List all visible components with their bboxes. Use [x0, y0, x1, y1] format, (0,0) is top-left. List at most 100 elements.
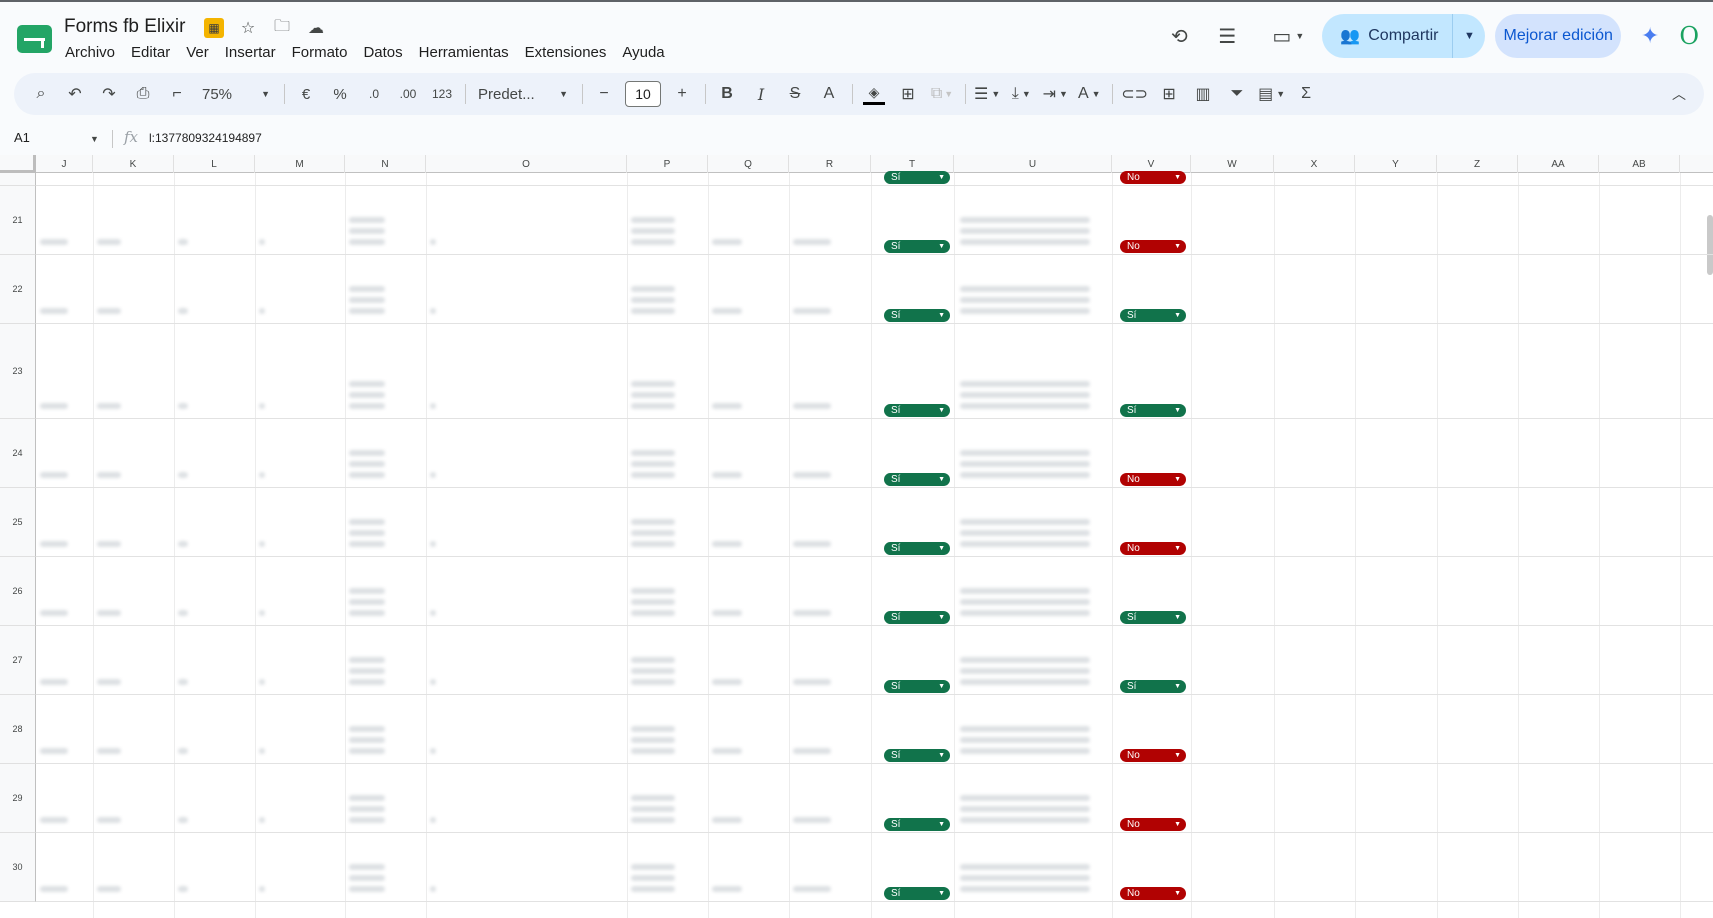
chevron-down-icon[interactable]: ▼	[90, 134, 99, 144]
increase-font-size-icon[interactable]: +	[669, 80, 695, 108]
vertical-align-icon[interactable]: ⤓ ▼	[1008, 80, 1034, 108]
currency-format-button[interactable]: €	[293, 80, 319, 108]
status-chip-v[interactable]: No ▼	[1120, 171, 1186, 184]
status-chip-t[interactable]: Sí ▼	[884, 404, 950, 417]
italic-button[interactable]: I	[748, 80, 774, 108]
collapse-toolbar-icon[interactable]: ︿	[1672, 84, 1686, 104]
menu-insertar[interactable]: Insertar	[225, 42, 284, 63]
row-header[interactable]: 25	[0, 488, 36, 557]
search-menus-icon[interactable]: ⌕	[28, 80, 54, 108]
improve-edition-button[interactable]: Mejorar edición	[1495, 14, 1621, 58]
vertical-scrollbar[interactable]	[1707, 215, 1713, 275]
column-header[interactable]: AB	[1599, 155, 1680, 173]
status-chip-v[interactable]: No ▼	[1120, 473, 1186, 486]
status-chip-v[interactable]: No ▼	[1120, 818, 1186, 831]
text-rotation-icon[interactable]: A ▼	[1076, 80, 1102, 108]
menu-archivo[interactable]: Archivo	[65, 42, 123, 63]
column-header[interactable]: W	[1191, 155, 1274, 173]
row-header[interactable]: 30	[0, 833, 36, 902]
paint-format-icon[interactable]: ⌐	[164, 80, 190, 108]
redo-icon[interactable]: ↷	[96, 80, 122, 108]
column-header[interactable]: Z	[1437, 155, 1518, 173]
column-header[interactable]: AA	[1518, 155, 1599, 173]
history-icon[interactable]: ⟲	[1164, 21, 1194, 51]
column-header[interactable]: M	[255, 155, 345, 173]
percent-format-button[interactable]: %	[327, 80, 353, 108]
status-chip-t[interactable]: Sí ▼	[884, 473, 950, 486]
status-chip-t[interactable]: Sí ▼	[884, 542, 950, 555]
status-chip-t[interactable]: Sí ▼	[884, 749, 950, 762]
row-header[interactable]: 23	[0, 324, 36, 419]
status-chip-t[interactable]: Sí ▼	[884, 818, 950, 831]
decrease-decimal-button[interactable]: .0	[361, 80, 387, 108]
decrease-font-size-icon[interactable]: −	[591, 80, 617, 108]
status-chip-t[interactable]: Sí ▼	[884, 240, 950, 253]
increase-decimal-button[interactable]: .00	[395, 80, 421, 108]
status-chip-v[interactable]: No ▼	[1120, 542, 1186, 555]
menu-ver[interactable]: Ver	[186, 42, 217, 63]
filter-views-icon[interactable]: ▤ ▼	[1258, 80, 1285, 108]
row-header[interactable]: 29	[0, 764, 36, 833]
spreadsheet-grid[interactable]: J K L M N O P Q R T U V W X Y Z AA AB Sí ▼ No ▼ 21 Sí ▼ No ▼ 22 Sí ▼…	[0, 155, 1713, 918]
row-header[interactable]	[0, 173, 36, 186]
column-header[interactable]: L	[174, 155, 255, 173]
menu-herramientas[interactable]: Herramientas	[419, 42, 517, 63]
status-chip-t[interactable]: Sí ▼	[884, 887, 950, 900]
meet-icon[interactable]: ▭ ▼	[1268, 21, 1308, 51]
opera-icon[interactable]: O	[1679, 22, 1699, 50]
sheets-logo-icon[interactable]	[17, 25, 52, 53]
text-wrap-icon[interactable]: ⇥ ▼	[1042, 80, 1068, 108]
status-chip-v[interactable]: No ▼	[1120, 887, 1186, 900]
status-chip-v[interactable]: No ▼	[1120, 749, 1186, 762]
filter-icon[interactable]: ⏷	[1224, 80, 1250, 108]
row-header[interactable]: 27	[0, 626, 36, 695]
status-chip-v[interactable]: Sí ▼	[1120, 309, 1186, 322]
print-icon[interactable]: ⎙	[130, 80, 156, 108]
comments-icon[interactable]: ☰	[1212, 21, 1242, 51]
column-header[interactable]: O	[426, 155, 627, 173]
status-chip-t[interactable]: Sí ▼	[884, 611, 950, 624]
row-header[interactable]: 21	[0, 186, 36, 255]
insert-comment-icon[interactable]: ⊞	[1156, 80, 1182, 108]
menu-editar[interactable]: Editar	[131, 42, 178, 63]
status-chip-t[interactable]: Sí ▼	[884, 171, 950, 184]
column-header[interactable]: U	[954, 155, 1112, 173]
insert-chart-icon[interactable]: ▥	[1190, 80, 1216, 108]
column-header[interactable]: R	[789, 155, 871, 173]
share-button[interactable]: 👥 Compartir	[1322, 14, 1454, 58]
gemini-icon[interactable]: ✦	[1641, 23, 1659, 49]
status-chip-v[interactable]: Sí ▼	[1120, 404, 1186, 417]
strikethrough-button[interactable]: S	[782, 80, 808, 108]
column-header[interactable]: N	[345, 155, 426, 173]
column-header[interactable]: Q	[708, 155, 789, 173]
column-header[interactable]: P	[627, 155, 708, 173]
horizontal-align-icon[interactable]: ☰ ▼	[974, 80, 1000, 108]
column-header[interactable]: K	[93, 155, 174, 173]
cloud-saved-icon[interactable]: ☁	[306, 18, 326, 38]
column-header[interactable]: J	[36, 155, 93, 173]
font-size-input[interactable]: 10	[625, 81, 661, 107]
font-select[interactable]: Predet... ▼	[474, 80, 572, 108]
doc-title[interactable]: Forms fb Elixir	[64, 16, 185, 38]
fill-color-button[interactable]: ◈	[861, 80, 887, 108]
text-color-button[interactable]: A	[816, 80, 842, 108]
extension-icon[interactable]: ▦	[204, 18, 224, 38]
row-header[interactable]: 28	[0, 695, 36, 764]
menu-extensiones[interactable]: Extensiones	[525, 42, 615, 63]
menu-datos[interactable]: Datos	[363, 42, 410, 63]
functions-button[interactable]: Σ	[1293, 80, 1319, 108]
merge-cells-icon[interactable]: ⧉ ▼	[929, 80, 955, 108]
status-chip-t[interactable]: Sí ▼	[884, 309, 950, 322]
column-header[interactable]: X	[1274, 155, 1355, 173]
undo-icon[interactable]: ↶	[62, 80, 88, 108]
menu-formato[interactable]: Formato	[292, 42, 356, 63]
star-icon[interactable]: ☆	[238, 18, 258, 38]
bold-button[interactable]: B	[714, 80, 740, 108]
more-formats-button[interactable]: 123	[429, 80, 455, 108]
column-header[interactable]: Y	[1355, 155, 1437, 173]
share-dropdown-button[interactable]: ▼	[1453, 14, 1485, 58]
formula-input[interactable]: l:1377809324194897	[149, 131, 262, 145]
insert-link-icon[interactable]: ⊂⊃	[1121, 80, 1148, 108]
menu-ayuda[interactable]: Ayuda	[622, 42, 672, 63]
status-chip-v[interactable]: Sí ▼	[1120, 611, 1186, 624]
